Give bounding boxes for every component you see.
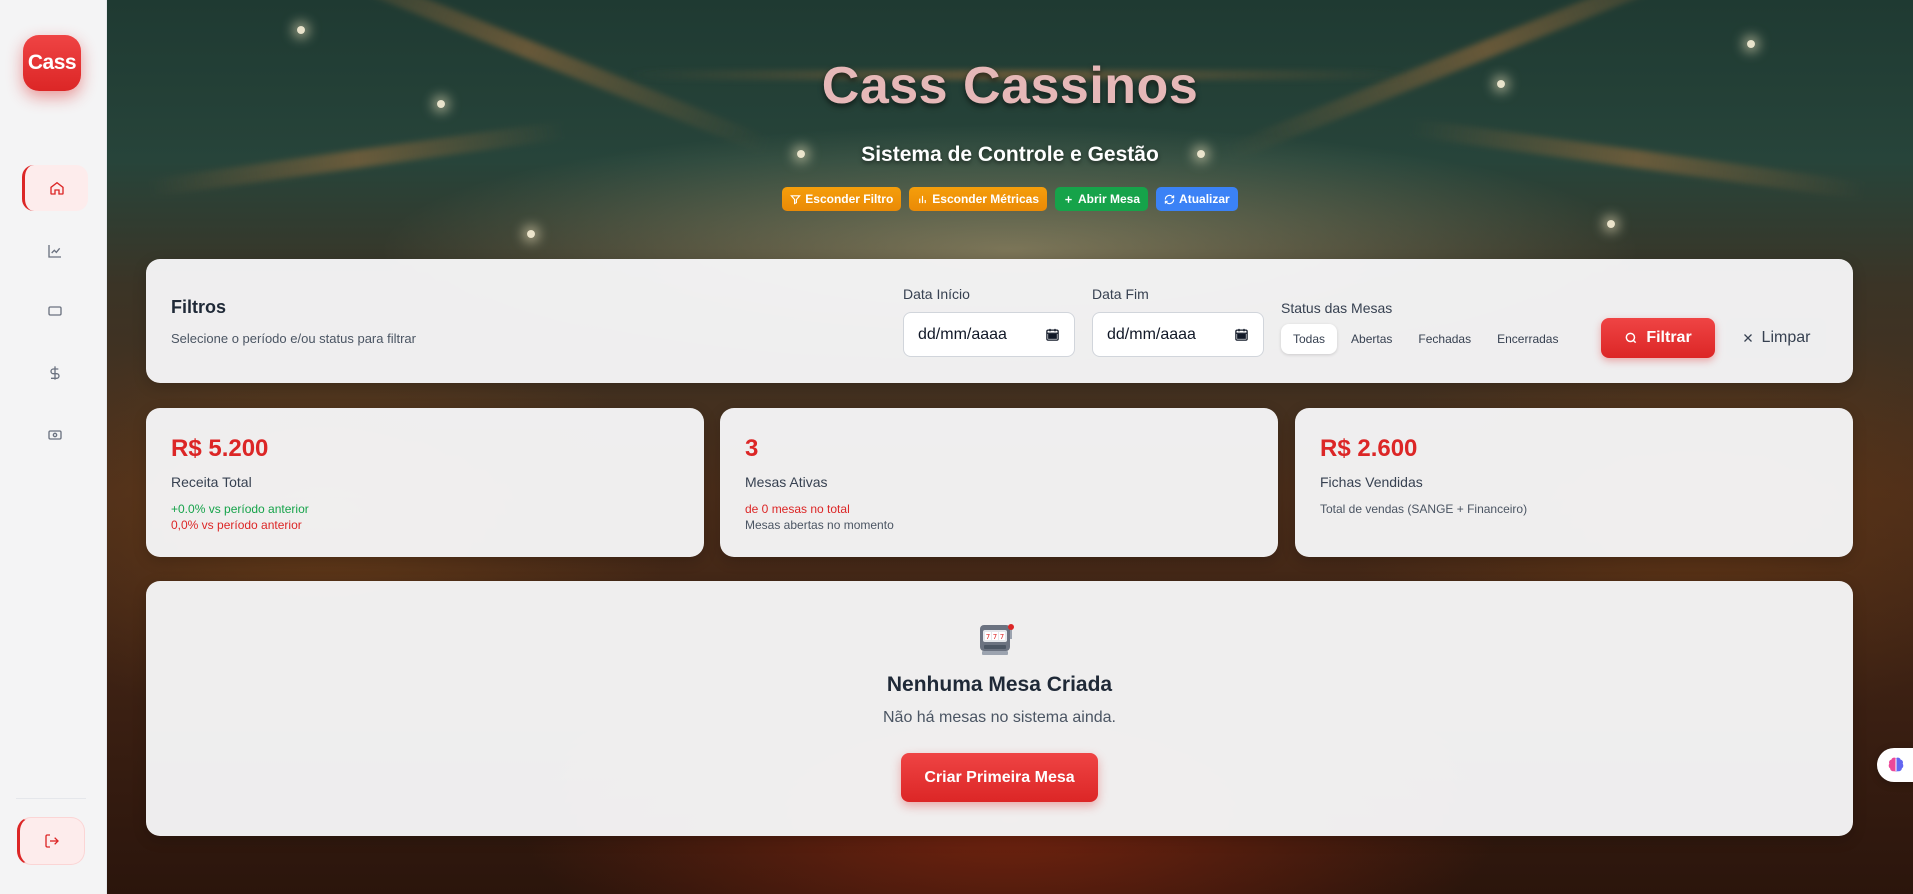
bar-chart-icon [919,195,927,203]
metric-change-secondary: 0,0% vs período anterior [171,518,302,532]
status-option-fechadas[interactable]: Fechadas [1406,324,1483,354]
open-table-button[interactable]: Abrir Mesa [1055,187,1149,211]
sidebar-item-reports[interactable] [22,228,88,274]
metric-label: Mesas Ativas [745,474,828,490]
metric-note: Mesas abertas no momento [745,518,894,532]
metric-note: Total de vendas (SANGE + Financeiro) [1320,502,1528,516]
cash-icon [48,430,62,440]
chart-icon [48,245,61,258]
page-subtitle: Sistema de Controle e Gestão [861,143,1159,166]
filter-button[interactable]: Filtrar [1601,318,1715,358]
status-option-encerradas[interactable]: Encerradas [1485,324,1570,354]
status-segmented-control: Todas Abertas Fechadas Encerradas [1281,324,1570,354]
sidebar-item-home[interactable] [22,165,88,211]
page-title: Cass Cassinos [821,57,1199,115]
start-date-placeholder: dd/mm/aaaa [918,325,1007,343]
app-logo[interactable]: Cass [23,35,81,91]
start-date-label: Data Início [903,286,970,302]
metric-change: +0.0% vs período anterior [171,502,309,516]
metric-card-chips-sold: R$ 2.600 Fichas Vendidas Total de vendas… [1295,408,1853,557]
sidebar-divider [16,798,86,799]
metric-value: R$ 2.600 [1320,435,1418,462]
metric-value: R$ 5.200 [171,435,269,462]
metric-label: Fichas Vendidas [1320,474,1423,490]
metric-card-active-tables: 3 Mesas Ativas de 0 mesas no total Mesas… [720,408,1278,557]
hide-metrics-label: Esconder Métricas [932,192,1039,206]
refresh-icon [1164,194,1175,204]
sidebar-item-cash[interactable] [22,412,88,458]
metric-total: de 0 mesas no total [745,502,850,516]
filters-card: Filtros Selecione o período e/ou status … [146,259,1853,383]
refresh-button[interactable]: Atualizar [1156,187,1238,211]
action-toolbar: Esconder Filtro Esconder Métricas Abrir … [107,187,1913,211]
create-first-table-button[interactable]: Criar Primeira Mesa [901,753,1098,802]
brain-icon [1888,757,1904,772]
clear-button-label: Limpar [1761,329,1811,346]
filters-title: Filtros [171,297,227,317]
hide-metrics-button[interactable]: Esconder Métricas [909,187,1047,211]
metric-value: 3 [745,435,759,462]
svg-text:7: 7 [993,633,997,641]
svg-text:7: 7 [986,633,990,641]
status-label: Status das Mesas [1281,300,1393,316]
clear-button[interactable]: Limpar [1726,318,1826,358]
filters-subtitle: Selecione o período e/ou status para fil… [171,331,416,346]
calendar-icon[interactable] [1234,327,1249,342]
status-option-todas[interactable]: Todas [1281,324,1338,354]
status-option-abertas[interactable]: Abertas [1339,324,1404,354]
plus-icon [1065,195,1072,203]
svg-text:7: 7 [1000,633,1004,641]
sidebar: Cass [0,0,107,894]
end-date-label: Data Fim [1092,286,1149,302]
open-table-label: Abrir Mesa [1078,192,1141,206]
filter-icon [790,194,802,205]
hide-filter-button[interactable]: Esconder Filtro [782,187,902,211]
logout-button[interactable] [17,817,85,865]
calendar-icon[interactable] [1045,327,1060,342]
empty-state-title: Nenhuma Mesa Criada [886,673,1113,696]
home-icon [49,181,64,195]
logout-icon [45,834,59,848]
card-icon [48,306,62,316]
empty-state-card: 7 7 7 Nenhuma Mesa Criada Não há mesas n… [146,581,1853,836]
close-icon [1743,334,1752,342]
empty-state-message: Não há mesas no sistema ainda. [882,709,1116,726]
dollar-icon [50,366,60,380]
filter-button-label: Filtrar [1646,329,1692,346]
slot-machine-icon: 7 7 7 [980,624,1014,655]
refresh-label: Atualizar [1179,192,1230,206]
metric-label: Receita Total [171,474,252,490]
assistant-widget[interactable] [1877,748,1913,782]
sidebar-item-cards[interactable] [22,288,88,334]
start-date-input[interactable]: dd/mm/aaaa [903,312,1075,357]
search-icon [1625,332,1637,344]
end-date-placeholder: dd/mm/aaaa [1107,325,1196,343]
end-date-input[interactable]: dd/mm/aaaa [1092,312,1264,357]
sidebar-item-finance[interactable] [22,350,88,396]
hide-filter-label: Esconder Filtro [805,192,894,206]
metric-card-revenue: R$ 5.200 Receita Total +0.0% vs período … [146,408,704,557]
